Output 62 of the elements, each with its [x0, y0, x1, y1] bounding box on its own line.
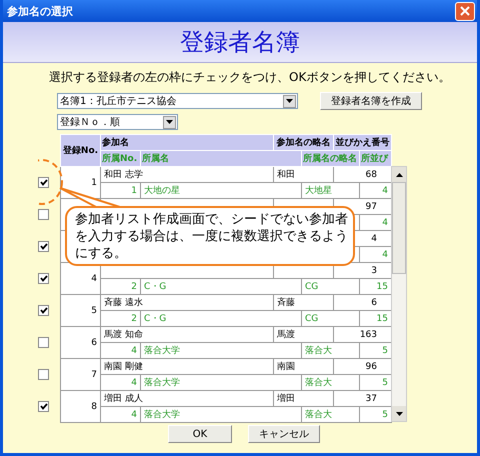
window-title: 参加名の選択	[7, 4, 73, 18]
close-button[interactable]	[455, 2, 475, 20]
table-cell: 落合大学	[140, 342, 302, 358]
row-checkbox[interactable]	[38, 208, 49, 220]
table-cell: 大地の星	[140, 182, 302, 198]
sort-dropdown[interactable]: 登録Ｎｏ．順	[57, 114, 178, 130]
table-cell: 落合大学	[140, 374, 302, 390]
table-cell: 南園 剛健	[100, 358, 274, 374]
table-cell: 南園	[274, 358, 334, 374]
close-icon	[460, 6, 470, 16]
table-cell: 8	[60, 390, 100, 422]
table-cell: 増田	[274, 390, 334, 406]
table-cell: 2	[100, 278, 140, 294]
table-cell: 落合大	[302, 342, 360, 358]
row-checkbox[interactable]	[38, 336, 49, 348]
row-checkbox[interactable]	[38, 368, 49, 380]
table-cell: C・G	[140, 278, 302, 294]
table-cell: 落合大	[302, 374, 360, 390]
table-cell: CG	[302, 310, 360, 326]
table-cell: 4	[100, 342, 140, 358]
column-header: 所属名	[140, 150, 302, 166]
roster-dropdown[interactable]: 名簿1：孔丘市テニス協会	[57, 93, 298, 109]
table-cell: 4	[100, 374, 140, 390]
row-checkbox[interactable]	[38, 240, 49, 252]
table-cell: 落合大	[302, 406, 360, 422]
scroll-thumb[interactable]	[392, 182, 406, 274]
table-cell: 1	[100, 182, 140, 198]
table-cell: CG	[302, 278, 360, 294]
column-header: 登録No.	[60, 134, 100, 166]
table-cell: C・G	[140, 310, 302, 326]
table-cell: 斉藤	[274, 294, 334, 310]
row-checkbox[interactable]	[38, 304, 49, 316]
row-checkbox[interactable]	[38, 400, 49, 412]
scroll-up-icon[interactable]	[392, 167, 406, 182]
column-header: 参加名	[100, 134, 274, 150]
row-checkbox[interactable]	[38, 176, 49, 188]
scrollbar[interactable]	[391, 166, 407, 422]
table-cell: 2	[100, 310, 140, 326]
column-header: 所属名の略名	[302, 150, 360, 166]
scroll-down-icon[interactable]	[392, 406, 406, 421]
row-checkbox[interactable]	[38, 272, 49, 284]
table-cell: 7	[60, 358, 100, 390]
table-cell: 馬渡 知命	[100, 326, 274, 342]
table-cell: 5	[60, 294, 100, 326]
table-cell: 増田 成人	[100, 390, 274, 406]
create-roster-button[interactable]: 登録者名簿を作成	[320, 92, 422, 110]
table-cell: 斉藤 遠水	[100, 294, 274, 310]
dialog-heading: 登録者名簿	[180, 27, 300, 58]
table-cell: 6	[60, 326, 100, 358]
table-cell: 馬渡	[274, 326, 334, 342]
column-header: 所属No.	[100, 150, 140, 166]
table-cell: 落合大学	[140, 406, 302, 422]
column-header: 所並び	[360, 150, 392, 166]
instruction-text: 選択する登録者の左の枠にチェックをつけ、OKボタンを押してください。	[49, 69, 452, 86]
column-header: 並びかえ番号	[334, 134, 392, 150]
table-cell: 4	[100, 406, 140, 422]
cancel-button[interactable]: キャンセル	[248, 425, 320, 443]
table-cell: 和田 志学	[100, 166, 274, 182]
table-cell: 和田	[274, 166, 334, 182]
ok-button[interactable]: OK	[168, 425, 232, 443]
column-header: 参加名の略名	[274, 134, 334, 150]
table-cell: 大地星	[302, 182, 360, 198]
